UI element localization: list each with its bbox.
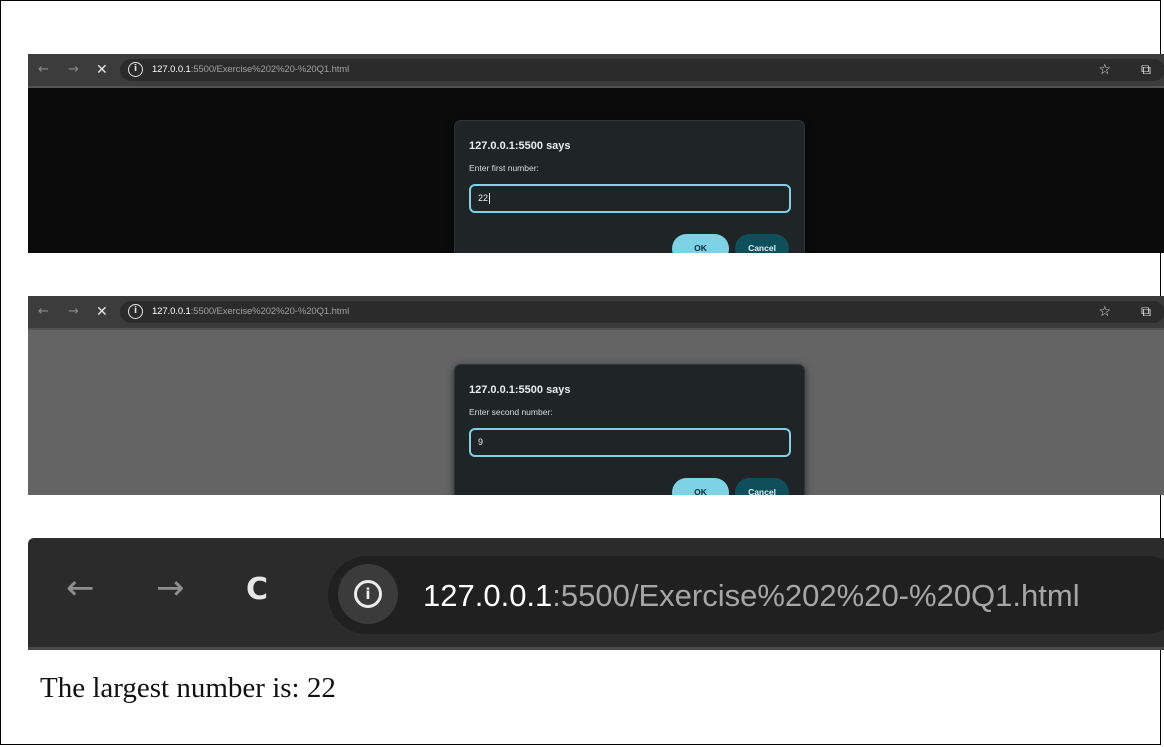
address-url[interactable]: 127.0.0.1:5500/Exercise%202%20-%20Q1.htm… bbox=[152, 54, 349, 86]
browser-toolbar: ← → ✕ i 127.0.0.1:5500/Exercise%202%20-%… bbox=[28, 296, 1164, 330]
browser-window-first-prompt: ← → ✕ i 127.0.0.1:5500/Exercise%202%20-%… bbox=[28, 54, 1164, 253]
browser-window-second-prompt: ← → ✕ i 127.0.0.1:5500/Exercise%202%20-%… bbox=[28, 296, 1164, 495]
back-icon[interactable]: ← bbox=[38, 296, 49, 328]
dialog-title: 127.0.0.1:5500 says bbox=[469, 140, 571, 152]
prompt-input-value: 22 bbox=[478, 193, 489, 203]
forward-icon[interactable]: → bbox=[156, 568, 185, 608]
back-icon[interactable]: ← bbox=[38, 54, 49, 86]
url-host: 127.0.0.1 bbox=[423, 578, 553, 613]
stop-icon[interactable]: ✕ bbox=[96, 54, 108, 86]
url-host: 127.0.0.1 bbox=[152, 306, 191, 317]
ok-button[interactable]: OK bbox=[672, 478, 729, 495]
forward-icon[interactable]: → bbox=[68, 54, 79, 86]
result-text: The largest number is: 22 bbox=[40, 672, 336, 704]
site-info-icon: i bbox=[354, 580, 382, 608]
site-info-icon[interactable]: i bbox=[128, 62, 143, 77]
url-path: :5500/Exercise%202%20-%20Q1.html bbox=[190, 64, 350, 75]
forward-icon[interactable]: → bbox=[68, 296, 79, 328]
extensions-icon[interactable]: ⧉ bbox=[1141, 296, 1151, 328]
dialog-message: Enter first number: bbox=[469, 163, 539, 173]
prompt-input[interactable]: 22 bbox=[469, 184, 791, 213]
prompt-dialog: 127.0.0.1:5500 says Enter first number: … bbox=[454, 120, 805, 253]
url-path: :5500/Exercise%202%20-%20Q1.html bbox=[552, 578, 1080, 613]
stop-icon[interactable]: ✕ bbox=[96, 296, 108, 328]
prompt-input[interactable]: 9 bbox=[469, 428, 791, 457]
cancel-button[interactable]: Cancel bbox=[735, 234, 789, 253]
address-url[interactable]: 127.0.0.1:5500/Exercise%202%20-%20Q1.htm… bbox=[152, 296, 349, 328]
text-caret bbox=[489, 193, 491, 205]
extensions-icon[interactable]: ⧉ bbox=[1141, 54, 1151, 86]
url-host: 127.0.0.1 bbox=[152, 64, 191, 75]
browser-toolbar: ← → ✕ i 127.0.0.1:5500/Exercise%202%20-%… bbox=[28, 54, 1164, 88]
cancel-button[interactable]: Cancel bbox=[735, 478, 789, 495]
dialog-message: Enter second number: bbox=[469, 407, 553, 417]
browser-toolbar-zoomed: ← → C i 127.0.0.1:5500/Exercise%202%20-%… bbox=[28, 538, 1164, 650]
prompt-dialog: 127.0.0.1:5500 says Enter second number:… bbox=[454, 364, 805, 495]
page-content: 127.0.0.1:5500 says Enter first number: … bbox=[28, 88, 1164, 253]
site-info-icon[interactable]: i bbox=[128, 304, 143, 319]
bookmark-star-icon[interactable]: ☆ bbox=[1098, 54, 1111, 86]
prompt-input-value: 9 bbox=[478, 437, 484, 447]
ok-button[interactable]: OK bbox=[672, 234, 729, 253]
page-content: 127.0.0.1:5500 says Enter second number:… bbox=[28, 330, 1164, 495]
dialog-title: 127.0.0.1:5500 says bbox=[469, 384, 571, 396]
bookmark-star-icon[interactable]: ☆ bbox=[1098, 296, 1111, 328]
back-icon[interactable]: ← bbox=[66, 568, 95, 608]
url-path: :5500/Exercise%202%20-%20Q1.html bbox=[190, 306, 350, 317]
reload-icon[interactable]: C bbox=[246, 570, 268, 610]
address-url[interactable]: 127.0.0.1:5500/Exercise%202%20-%20Q1.htm… bbox=[423, 574, 1080, 618]
